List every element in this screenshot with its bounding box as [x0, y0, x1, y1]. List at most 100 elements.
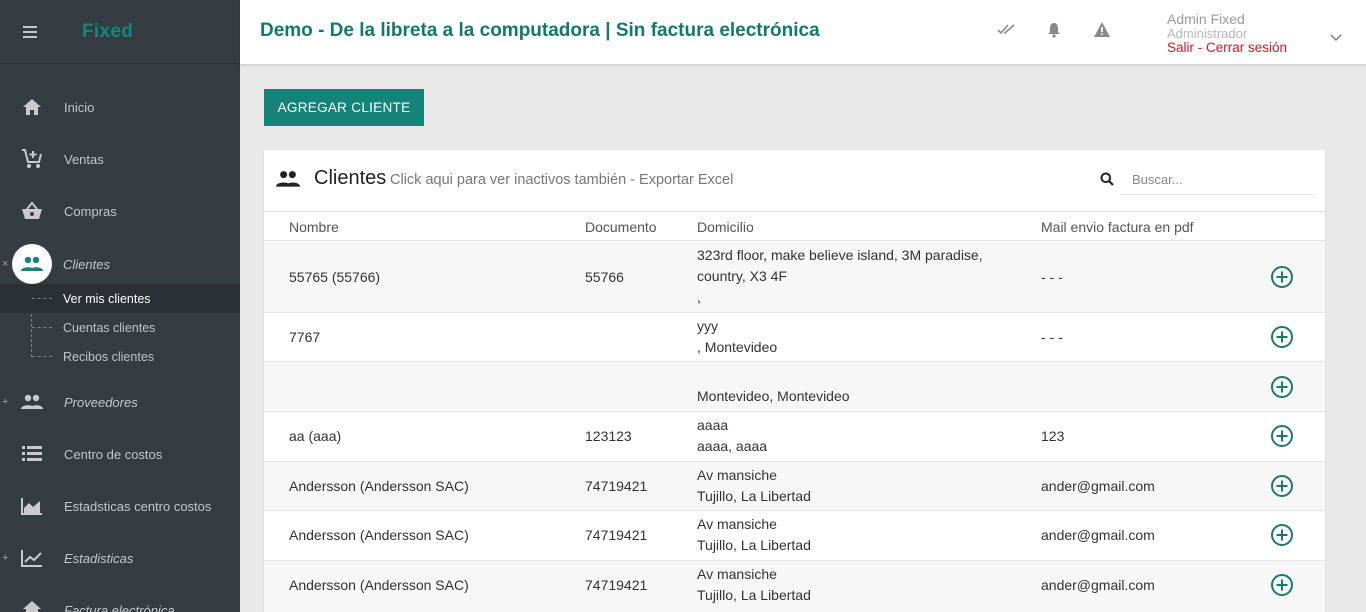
double-check-icon[interactable] — [997, 22, 1017, 41]
add-circle-icon[interactable] — [1270, 375, 1294, 399]
bell-icon[interactable] — [1046, 22, 1062, 43]
search-icon — [1100, 172, 1114, 191]
sidebar-item-factura-electronica[interactable]: Factura electrónica — [0, 584, 240, 612]
add-circle-icon[interactable] — [1270, 424, 1294, 448]
column-header-mail[interactable]: Mail envio factura en pdf — [1041, 219, 1194, 235]
cell-domicilio: Av mansiche Tujillo, La Libertad — [697, 465, 811, 507]
column-header-documento[interactable]: Documento — [585, 219, 657, 235]
logout-link[interactable]: Salir - Cerrar sesión — [1167, 40, 1287, 56]
cell-mail: ander@gmail.com — [1041, 577, 1155, 593]
show-inactive-export-link[interactable]: Click aqui para ver inactivos también - … — [390, 172, 733, 188]
home-icon — [0, 98, 64, 116]
add-client-button[interactable]: AGREGAR CLIENTE — [264, 89, 424, 126]
search-input[interactable] — [1120, 165, 1315, 195]
card-title: Clientes — [314, 167, 387, 189]
cell-mail: 123 — [1041, 428, 1065, 444]
sidebar-item-label: Centro de costos — [64, 446, 163, 462]
cell-nombre: 7767 — [289, 329, 321, 345]
sidebar-subitem-ver-mis-clientes[interactable]: Ver mis clientes — [0, 284, 240, 313]
cell-nombre: aa (aaa) — [289, 428, 342, 444]
table-row[interactable]: Andersson (Andersson SAC) 74719421 Av ma… — [264, 561, 1325, 612]
cell-domicilio: 323rd floor, make believe island, 3M par… — [697, 245, 983, 308]
sidebar-item-centro-costos[interactable]: Centro de costos — [0, 428, 240, 480]
domicilio-line: country, X3 4F — [697, 268, 788, 284]
user-menu[interactable]: Admin Fixed Administrador Salir - Cerrar… — [1167, 12, 1287, 56]
cell-nombre: Andersson (Andersson SAC) — [289, 577, 469, 593]
cell-domicilio: Montevideo, Montevideo — [697, 365, 850, 407]
table-row[interactable]: Andersson (Andersson SAC) 74719421 Av ma… — [264, 511, 1325, 561]
cell-mail: ander@gmail.com — [1041, 478, 1155, 494]
add-circle-icon[interactable] — [1270, 265, 1294, 289]
cell-domicilio: Av mansiche Tujillo, La Libertad — [697, 514, 811, 556]
column-header-domicilio[interactable]: Domicilio — [697, 219, 754, 235]
domicilio-line: yyy — [697, 318, 718, 334]
cell-documento: 74719421 — [585, 478, 648, 494]
cell-nombre: Andersson (Andersson SAC) — [289, 527, 469, 543]
people-icon — [276, 170, 300, 193]
cell-domicilio: Av mansiche Tujillo, La Libertad — [697, 564, 811, 606]
sidebar-item-compras[interactable]: Compras — [0, 185, 240, 237]
add-circle-icon[interactable] — [1270, 523, 1294, 547]
collapse-icon[interactable]: × — [2, 258, 8, 270]
sidebar-item-inicio[interactable]: Inicio — [0, 81, 240, 133]
page-title: Demo - De la libreta a la computadora | … — [260, 20, 820, 41]
cell-nombre: 55765 (55766) — [289, 269, 381, 285]
sidebar-item-ventas[interactable]: Ventas — [0, 133, 240, 185]
area-chart-icon — [0, 497, 64, 515]
hamburger-menu-icon[interactable] — [0, 25, 60, 38]
table-row[interactable]: 55765 (55766) 55766 323rd floor, make be… — [264, 242, 1325, 313]
cell-domicilio: aaaa aaaa, aaaa — [697, 415, 767, 457]
domicilio-line: Av mansiche — [697, 566, 777, 582]
sidebar-subitem-recibos-clientes[interactable]: Recibos clientes — [0, 342, 240, 371]
card-header: Clientes Click aqui para ver inactivos t… — [264, 150, 1325, 212]
expand-icon[interactable]: + — [2, 396, 8, 408]
domicilio-line: , Montevideo — [697, 339, 778, 355]
sidebar-item-estadisticas[interactable]: + Estadisticas — [0, 532, 240, 584]
sidebar-item-label: Proveedores — [64, 394, 138, 410]
sidebar-item-label: Inicio — [64, 99, 95, 115]
table-row[interactable]: 7767 yyy , Montevideo - - - — [264, 313, 1325, 362]
cell-domicilio: yyy , Montevideo — [697, 316, 777, 358]
brand-logo[interactable]: Fixed — [82, 21, 133, 43]
cell-mail: - - - — [1041, 269, 1063, 285]
domicilio-line — [697, 365, 850, 386]
sidebar-item-proveedores[interactable]: + Proveedores — [0, 376, 240, 428]
clients-card: Clientes Click aqui para ver inactivos t… — [264, 150, 1325, 612]
sidebar-item-label: Estadisticas — [64, 550, 134, 566]
people-icon — [12, 244, 52, 284]
domicilio-line: Tujillo, La Libertad — [697, 537, 811, 553]
user-name: Admin Fixed — [1167, 11, 1245, 27]
cell-mail: ander@gmail.com — [1041, 527, 1155, 543]
cell-documento: 74719421 — [585, 577, 648, 593]
add-circle-icon[interactable] — [1270, 573, 1294, 597]
tree-branch — [32, 327, 52, 328]
cell-documento: 74719421 — [585, 527, 648, 543]
domicilio-line: Av mansiche — [697, 516, 777, 532]
domicilio-line: , — [697, 289, 701, 305]
sidebar-item-estadisticas-centro-costos[interactable]: Estadsticas centro costos — [0, 480, 240, 532]
expand-icon[interactable]: + — [2, 552, 8, 564]
table-row[interactable]: aa (aaa) 123123 aaaa aaaa, aaaa 123 — [264, 412, 1325, 462]
tree-branch — [32, 356, 52, 357]
domicilio-line: aaaa — [697, 417, 729, 433]
sidebar-subitem-cuentas-clientes[interactable]: Cuentas clientes — [0, 313, 240, 342]
basket-icon — [0, 201, 64, 221]
warning-icon[interactable] — [1094, 22, 1110, 42]
column-header-nombre[interactable]: Nombre — [289, 219, 339, 235]
sidebar-subitem-label: Ver mis clientes — [63, 291, 151, 306]
cell-documento: 123123 — [585, 428, 632, 444]
add-circle-icon[interactable] — [1270, 474, 1294, 498]
chevron-down-icon[interactable] — [1330, 29, 1342, 47]
sidebar: Fixed Inicio Ventas Compras × Clientes V… — [0, 0, 240, 612]
cell-documento: 55766 — [585, 269, 624, 285]
domicilio-line: Av mansiche — [697, 467, 777, 483]
sidebar-item-clientes[interactable]: × Clientes — [0, 238, 240, 290]
domicilio-line: aaaa, aaaa — [697, 438, 768, 454]
sidebar-item-label: Compras — [64, 203, 117, 219]
table-row[interactable]: Montevideo, Montevideo — [264, 362, 1325, 412]
sidebar-item-label: Estadsticas centro costos — [64, 498, 212, 514]
list-icon — [0, 446, 64, 462]
cell-nombre: Andersson (Andersson SAC) — [289, 478, 469, 494]
table-row[interactable]: Andersson (Andersson SAC) 74719421 Av ma… — [264, 462, 1325, 511]
add-circle-icon[interactable] — [1270, 325, 1294, 349]
